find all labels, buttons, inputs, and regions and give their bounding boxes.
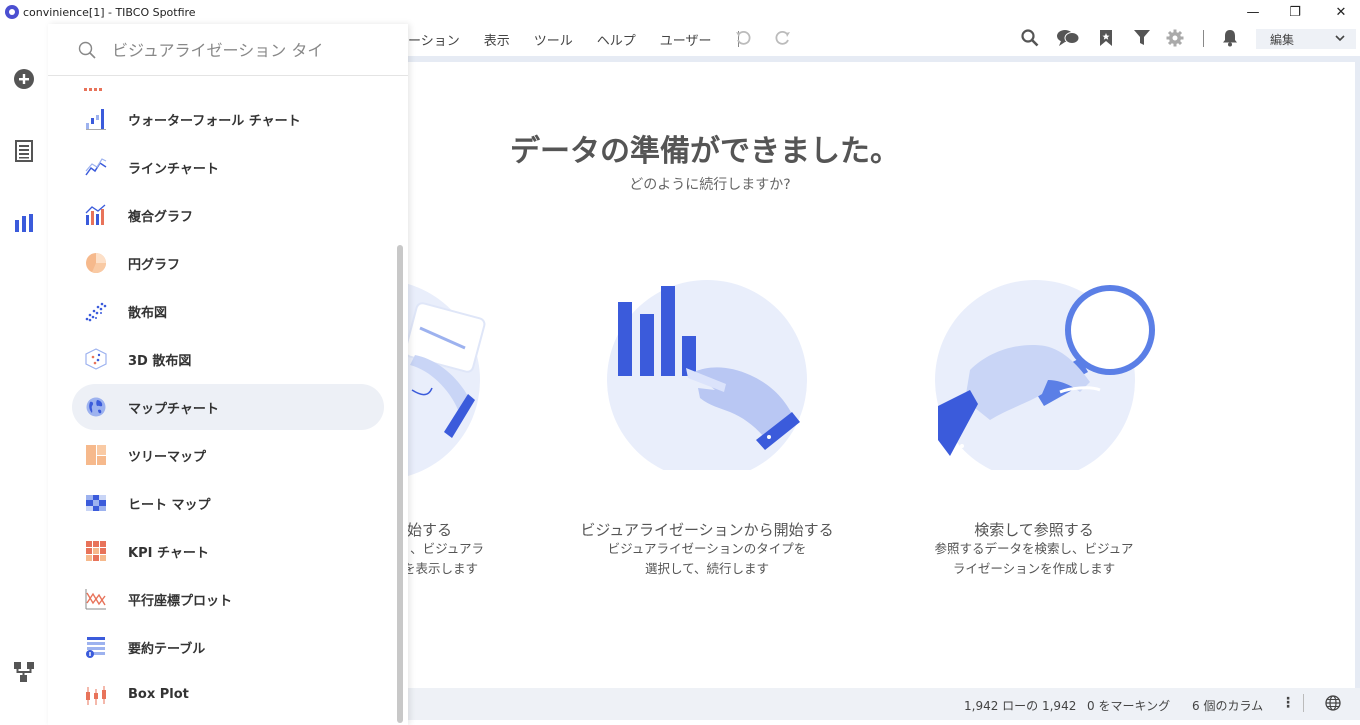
viz-item-pie[interactable]: 円グラフ — [72, 240, 384, 286]
viz-item-scatter[interactable]: 散布図 — [72, 288, 384, 334]
option-visualization-desc-2: 選択して、続行します — [644, 561, 769, 576]
menu-user[interactable]: ユーザー — [648, 30, 724, 49]
status-bar: 1,942 ローの 1,942 0 をマーキング 6 個のカラム ⋮ — [408, 688, 1360, 720]
option-search-title[interactable]: 検索して参照する — [884, 519, 1184, 540]
option-search-desc-2: ライゼーションを作成します — [952, 561, 1116, 576]
maximize-button[interactable]: ❐ — [1272, 0, 1318, 24]
viz-item-box-plot[interactable]: Box Plot — [72, 673, 384, 719]
minimize-button[interactable]: — — [1230, 0, 1276, 24]
viz-item-label: ヒート マップ — [128, 498, 211, 513]
visualization-start-illustration[interactable] — [600, 280, 820, 470]
partial-item-icon — [84, 77, 104, 91]
viz-item-waterfall[interactable]: ウォーターフォール チャート — [72, 96, 384, 142]
visualization-search-input[interactable] — [112, 38, 392, 62]
left-rail — [0, 24, 48, 725]
title-bar: convinience[1] - TIBCO Spotfire — ❐ ✕ — [0, 0, 1360, 24]
edit-mode-label: 編集 — [1270, 32, 1295, 47]
visualization-search-row — [48, 24, 408, 76]
close-button[interactable]: ✕ — [1318, 0, 1360, 24]
viz-item-heat-map[interactable]: ヒート マップ — [72, 480, 384, 526]
3d-scatter-plot-icon — [85, 348, 107, 370]
map-chart-icon — [86, 397, 106, 417]
marking-count[interactable]: 0 をマーキング — [1087, 697, 1170, 714]
treemap-icon — [86, 445, 106, 465]
visualization-type-flyout: ウォーターフォール チャート ラインチャート 複合グラフ 円グラフ 散布図 3D… — [48, 24, 408, 725]
parallel-coordinate-plot-icon — [85, 589, 106, 610]
viz-item-label: 円グラフ — [128, 258, 181, 273]
notification-icon[interactable] — [1219, 27, 1241, 49]
search-browse-illustration[interactable] — [930, 280, 1160, 470]
viz-item-label: 複合グラフ — [128, 210, 194, 225]
toolbar-divider — [1203, 30, 1204, 47]
option-visualization-title[interactable]: ビジュアライゼーションから開始する — [557, 519, 857, 540]
more-options-icon[interactable]: ⋮ — [1281, 695, 1295, 711]
row-count: 1,942 ローの 1,942 — [964, 699, 1077, 713]
menu-tools[interactable]: ツール — [522, 30, 585, 49]
menu-bar: ーション 表示 ツール ヘルプ ユーザー — [408, 24, 1360, 54]
viz-item-label: Box Plot — [128, 687, 189, 702]
menu-visualization[interactable]: ーション — [408, 30, 472, 49]
viz-item-label: マップチャート — [128, 402, 219, 417]
visualization-icon[interactable] — [12, 211, 36, 235]
box-plot-icon — [86, 686, 106, 705]
viz-item-label: 散布図 — [128, 306, 168, 321]
data-canvas-icon[interactable] — [12, 660, 36, 684]
welcome-title: データの準備ができました。 — [510, 134, 900, 169]
collaboration-icon[interactable] — [1055, 27, 1081, 49]
data-table-icon[interactable] — [12, 139, 36, 163]
menu-view[interactable]: 表示 — [472, 30, 522, 49]
chevron-down-icon — [1334, 32, 1346, 47]
add-icon[interactable] — [12, 67, 36, 91]
viz-item-line-chart[interactable]: ラインチャート — [72, 144, 384, 190]
line-chart-icon — [85, 158, 107, 176]
status-divider — [1303, 694, 1304, 712]
edit-mode-select[interactable]: 編集 — [1256, 29, 1356, 49]
filter-icon[interactable] — [1131, 27, 1153, 49]
column-count: 6 個のカラム — [1192, 699, 1264, 713]
search-icon — [78, 41, 96, 63]
kpi-chart-icon — [86, 541, 106, 561]
globe-icon[interactable] — [1325, 695, 1341, 714]
undo-icon[interactable] — [732, 27, 754, 49]
viz-item-label: KPI チャート — [128, 546, 209, 561]
viz-item-label: ウォーターフォール チャート — [128, 114, 301, 129]
welcome-subtitle: どのように続行しますか? — [629, 177, 791, 193]
viz-item-map-chart[interactable]: マップチャート — [72, 384, 384, 430]
viz-item-label: 平行座標プロット — [128, 594, 233, 609]
settings-icon[interactable] — [1164, 27, 1186, 49]
viz-item-label: 要約テーブル — [128, 642, 206, 657]
menu-help[interactable]: ヘルプ — [585, 30, 648, 49]
search-icon[interactable] — [1019, 27, 1041, 49]
pie-chart-icon — [86, 253, 107, 274]
viz-item-combination[interactable]: 複合グラフ — [72, 192, 384, 238]
viz-item-label: ツリーマップ — [128, 450, 207, 465]
viz-item-kpi[interactable]: KPI チャート — [72, 528, 384, 574]
viz-item-treemap[interactable]: ツリーマップ — [72, 432, 384, 478]
combination-chart-icon — [85, 204, 106, 225]
option-search-desc-1: 参照するデータを検索し、ビジュア — [934, 541, 1134, 556]
window-title: convinience[1] - TIBCO Spotfire — [23, 5, 196, 19]
option-visualization-desc-1: ビジュアライゼーションのタイプを — [607, 541, 807, 556]
waterfall-chart-icon — [86, 109, 106, 130]
viz-item-label: 3D 散布図 — [128, 354, 192, 369]
viz-item-parallel-coordinate[interactable]: 平行座標プロット — [72, 576, 384, 622]
viz-item-label: ラインチャート — [128, 162, 219, 177]
viz-item-3d-scatter[interactable]: 3D 散布図 — [72, 336, 384, 382]
spotfire-logo-icon — [5, 5, 19, 19]
summary-table-icon — [86, 637, 105, 658]
heat-map-icon — [86, 495, 106, 511]
flyout-scrollbar[interactable] — [397, 245, 403, 723]
scatter-plot-icon — [85, 302, 107, 322]
viz-item-summary-table[interactable]: 要約テーブル — [72, 624, 384, 670]
redo-icon[interactable] — [772, 27, 794, 49]
bookmark-icon[interactable] — [1095, 27, 1117, 49]
